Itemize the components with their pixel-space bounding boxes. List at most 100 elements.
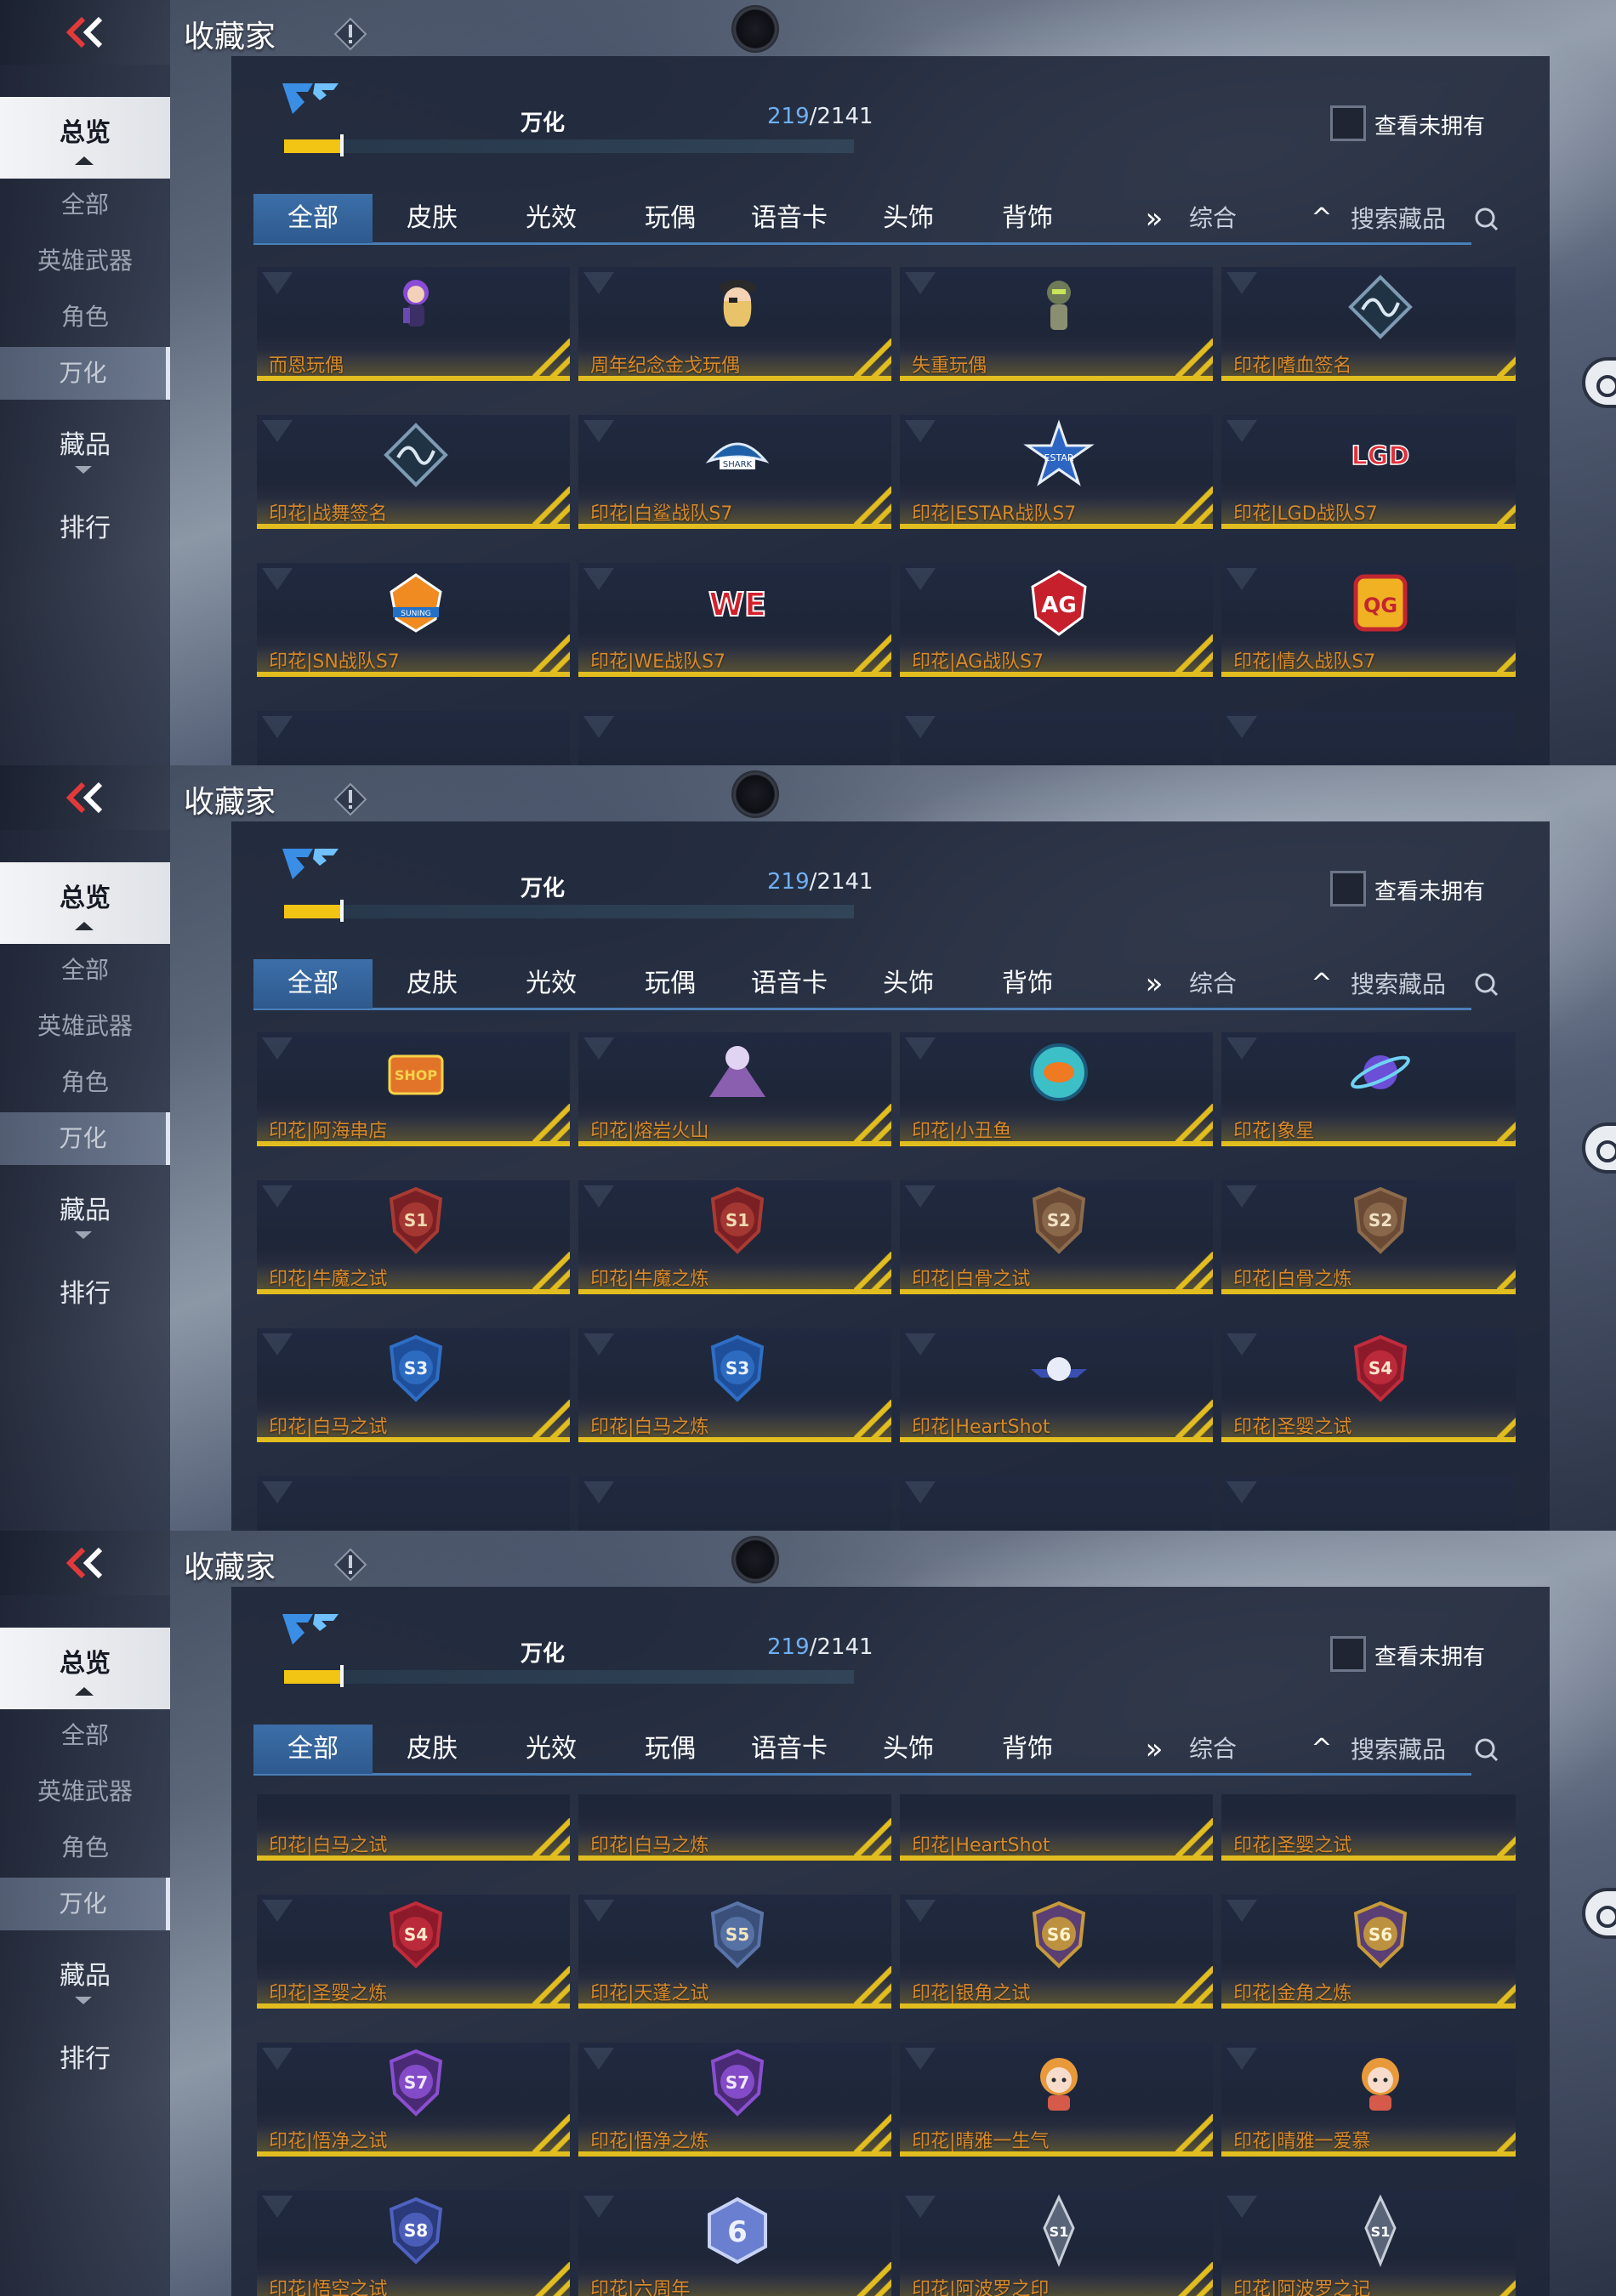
item-card[interactable]: S3 印花|白马之试 (257, 1328, 570, 1442)
item-card[interactable]: 周年纪念金戈玩偶 (578, 267, 891, 381)
item-card[interactable]: 而恩玩偶 (257, 267, 570, 381)
item-card[interactable]: 印花|白马之炼 (578, 1794, 891, 1861)
item-card[interactable]: S1 印花|牛魔之试 (257, 1180, 570, 1294)
sidebar-subitem[interactable]: 全部 (0, 1709, 170, 1762)
search-icon[interactable] (1473, 206, 1500, 236)
item-card[interactable]: 6 印花|六周年 (578, 2191, 891, 2296)
item-card[interactable]: 印花|象星 (1221, 1032, 1516, 1146)
item-card[interactable] (900, 711, 1213, 765)
category-tab[interactable]: 玩偶 (611, 959, 730, 1009)
item-card[interactable] (1221, 711, 1516, 765)
item-card[interactable] (257, 711, 570, 765)
item-card[interactable]: S5 印花|天蓬之试 (578, 1895, 891, 2009)
item-card[interactable]: SUNING 印花|SN战队S7 (257, 563, 570, 677)
category-tab[interactable]: 玩偶 (611, 194, 730, 243)
item-card[interactable]: S1 印花|阿波罗之印 (900, 2191, 1213, 2296)
back-button[interactable] (0, 0, 170, 65)
item-card[interactable] (257, 1476, 570, 1531)
search-input[interactable] (1342, 1725, 1453, 1774)
sidebar-collectibles[interactable]: 藏品 (0, 420, 170, 471)
item-card[interactable]: S4 印花|圣婴之试 (1221, 1328, 1516, 1442)
sidebar-subitem[interactable]: 角色 (0, 1056, 170, 1109)
sidebar-collectibles[interactable]: 藏品 (0, 1951, 170, 2002)
item-card[interactable]: ESTAR 印花|ESTAR战队S7 (900, 415, 1213, 529)
item-card[interactable]: 印花|晴雅一爱慕 (1221, 2043, 1516, 2157)
back-button[interactable] (0, 765, 170, 830)
more-tabs-icon[interactable]: » (1140, 959, 1169, 1009)
item-card[interactable]: S3 印花|白马之炼 (578, 1328, 891, 1442)
item-card[interactable]: S2 印花|白骨之炼 (1221, 1180, 1516, 1294)
item-card[interactable]: 印花|小丑鱼 (900, 1032, 1213, 1146)
item-card[interactable]: S8 印花|悟空之试 (257, 2191, 570, 2296)
show-unowned-checkbox[interactable] (1330, 871, 1366, 906)
sidebar-subitem[interactable]: 万化 (0, 347, 170, 400)
item-card[interactable]: S1 印花|牛魔之炼 (578, 1180, 891, 1294)
show-unowned-checkbox[interactable] (1330, 105, 1366, 141)
category-tab[interactable]: 光效 (492, 959, 611, 1009)
category-tab[interactable]: 头饰 (849, 1725, 968, 1774)
sort-dropdown[interactable]: 综合 ^ (1172, 194, 1339, 243)
sidebar-ranking[interactable]: 排行 (0, 2034, 170, 2085)
item-card[interactable] (900, 1476, 1213, 1531)
item-card[interactable]: S2 印花|白骨之试 (900, 1180, 1213, 1294)
search-input[interactable] (1342, 959, 1453, 1009)
category-tab[interactable]: 皮肤 (373, 194, 492, 243)
info-icon[interactable] (333, 782, 367, 816)
category-tab[interactable]: 头饰 (849, 959, 968, 1009)
sidebar-subitem[interactable]: 万化 (0, 1112, 170, 1165)
item-card[interactable]: 印花|晴雅一生气 (900, 2043, 1213, 2157)
item-card[interactable] (1221, 1476, 1516, 1531)
more-tabs-icon[interactable]: » (1140, 194, 1169, 243)
sidebar-collectibles[interactable]: 藏品 (0, 1185, 170, 1236)
item-card[interactable]: 印花|战舞签名 (257, 415, 570, 529)
sidebar-subitem[interactable]: 角色 (0, 291, 170, 344)
item-card[interactable]: WE 印花|WE战队S7 (578, 563, 891, 677)
category-tab[interactable]: 皮肤 (373, 1725, 492, 1774)
item-card[interactable]: 印花|圣婴之试 (1221, 1794, 1516, 1861)
item-card[interactable]: 印花|嗜血签名 (1221, 267, 1516, 381)
category-tab[interactable]: 背饰 (968, 959, 1087, 1009)
sidebar-subitem[interactable]: 角色 (0, 1821, 170, 1874)
sidebar-subitem[interactable]: 英雄武器 (0, 235, 170, 287)
item-card[interactable]: 失重玩偶 (900, 267, 1213, 381)
info-icon[interactable] (333, 1548, 367, 1582)
back-button[interactable] (0, 1531, 170, 1595)
sidebar-overview[interactable]: 总览 (0, 1628, 170, 1709)
category-tab[interactable]: 玩偶 (611, 1725, 730, 1774)
item-card[interactable]: 印花|HeartShot (900, 1328, 1213, 1442)
item-card[interactable]: S1 印花|阿波罗之记 (1221, 2191, 1516, 2296)
category-tab[interactable]: 光效 (492, 1725, 611, 1774)
item-card[interactable]: 印花|熔岩火山 (578, 1032, 891, 1146)
item-card[interactable]: 印花|HeartShot (900, 1794, 1213, 1861)
item-card[interactable]: S7 印花|悟净之炼 (578, 2043, 891, 2157)
category-tab[interactable]: 背饰 (968, 1725, 1087, 1774)
sidebar-ranking[interactable]: 排行 (0, 1269, 170, 1320)
category-tab[interactable]: 全部 (253, 1725, 373, 1774)
item-card[interactable] (578, 711, 891, 765)
item-card[interactable] (578, 1476, 891, 1531)
more-tabs-icon[interactable]: » (1140, 1725, 1169, 1774)
item-card[interactable]: S6 印花|金角之炼 (1221, 1895, 1516, 2009)
item-card[interactable]: QG 印花|情久战队S7 (1221, 563, 1516, 677)
sidebar-ranking[interactable]: 排行 (0, 503, 170, 554)
item-card[interactable]: S6 印花|银角之试 (900, 1895, 1213, 2009)
info-icon[interactable] (333, 17, 367, 51)
item-card[interactable]: SHOP 印花|阿海串店 (257, 1032, 570, 1146)
sidebar-overview[interactable]: 总览 (0, 862, 170, 944)
sidebar-overview[interactable]: 总览 (0, 97, 170, 179)
category-tab[interactable]: 语音卡 (730, 194, 849, 243)
item-card[interactable]: 印花|白马之试 (257, 1794, 570, 1861)
sort-dropdown[interactable]: 综合 ^ (1172, 1725, 1339, 1774)
sidebar-subitem[interactable]: 英雄武器 (0, 1000, 170, 1053)
category-tab[interactable]: 全部 (253, 194, 373, 243)
sort-dropdown[interactable]: 综合 ^ (1172, 959, 1339, 1009)
sidebar-subitem[interactable]: 全部 (0, 179, 170, 231)
item-card[interactable]: SHARK 印花|白鲨战队S7 (578, 415, 891, 529)
sidebar-subitem[interactable]: 全部 (0, 944, 170, 997)
item-card[interactable]: S7 印花|悟净之试 (257, 2043, 570, 2157)
sidebar-subitem[interactable]: 英雄武器 (0, 1765, 170, 1818)
category-tab[interactable]: 光效 (492, 194, 611, 243)
category-tab[interactable]: 背饰 (968, 194, 1087, 243)
item-card[interactable]: LGD 印花|LGD战队S7 (1221, 415, 1516, 529)
category-tab[interactable]: 语音卡 (730, 1725, 849, 1774)
